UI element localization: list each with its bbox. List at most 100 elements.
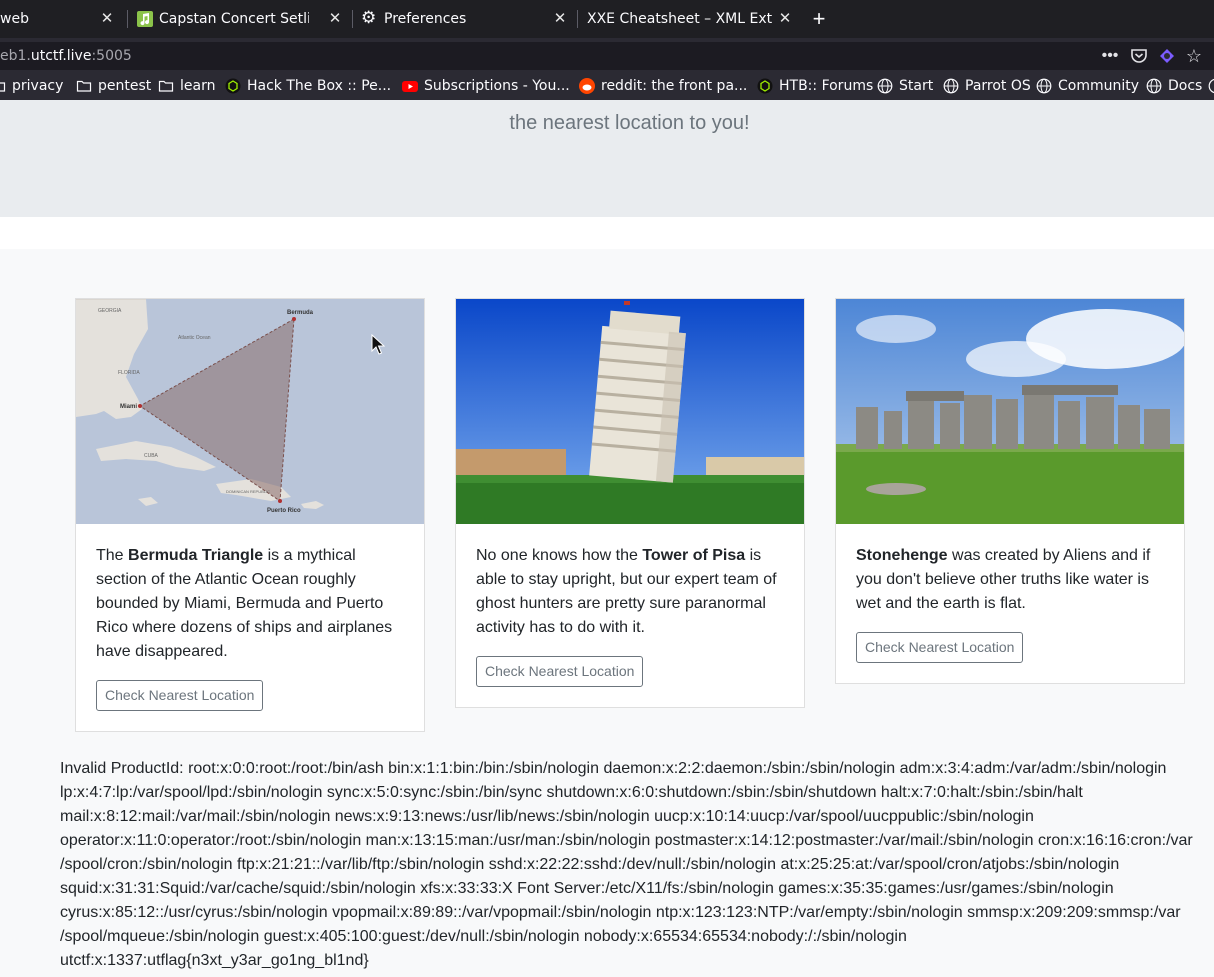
map-label-atlantic-ocean: Atlantic Ocean <box>178 335 211 341</box>
close-tab-icon[interactable]: ✕ <box>778 11 792 26</box>
output-line: cyrus:x:85:12::/usr/cyrus:/sbin/nologin … <box>60 904 1181 921</box>
tab-label: web <box>0 11 29 27</box>
bookmark-reddit[interactable]: reddit: the front pa... <box>579 78 747 94</box>
output-line: utctf:x:1337:utflag{n3xt_y3ar_go1ng_bl1n… <box>60 952 369 969</box>
bookmark-learn[interactable]: learn <box>158 78 215 94</box>
hero-jumbotron: the nearest location to you! <box>0 100 1214 217</box>
tower-of-pisa-image <box>456 299 804 524</box>
bookmark-label: Start <box>899 78 934 94</box>
bookmark-docs[interactable]: Docs <box>1146 78 1202 94</box>
htb-icon <box>757 78 773 94</box>
bookmark-label: Hack The Box :: Pe... <box>247 78 392 94</box>
check-nearest-location-button[interactable]: Check Nearest Location <box>856 632 1024 663</box>
map-label-miami: Miami <box>120 404 137 410</box>
address-bar[interactable]: eb1.utctf.live:5005 <box>0 42 1214 70</box>
card-description: Stonehenge was created by Aliens and if … <box>856 544 1164 616</box>
globe-icon <box>1036 78 1052 94</box>
card-bermuda-triangle: Bermuda Miami Puerto Rico FLORIDA GEORGI… <box>75 298 425 732</box>
bermuda-triangle-map-image: Bermuda Miami Puerto Rico FLORIDA GEORGI… <box>76 299 424 524</box>
tab-strip: web ✕ Capstan Concert Setlist ✕ ⚙ Prefer… <box>0 0 1214 38</box>
output-line: squid:x:31:31:Squid:/var/cache/squid:/sb… <box>60 880 1114 897</box>
bookmark-label: Community <box>1058 78 1140 94</box>
tab-preferences[interactable]: ⚙ Preferences ✕ <box>353 0 577 38</box>
page-actions-icon[interactable]: ••• <box>1100 46 1120 66</box>
card-body: Stonehenge was created by Aliens and if … <box>836 524 1184 683</box>
navigation-toolbar: eb1.utctf.live:5005 ••• ☆ <box>0 38 1214 74</box>
check-nearest-location-button[interactable]: Check Nearest Location <box>96 680 264 711</box>
bookmark-label: Parrot OS <box>965 78 1031 94</box>
close-tab-icon[interactable]: ✕ <box>100 11 114 26</box>
tab-xxe-cheatsheet[interactable]: XXE Cheatsheet – XML Exte ✕ <box>578 0 802 38</box>
card-text-pre: The <box>96 547 129 564</box>
music-note-icon <box>137 11 153 27</box>
server-response-output: Invalid ProductId: root:x:0:0:root:/root… <box>60 757 1200 973</box>
mouse-cursor-icon <box>371 334 385 355</box>
tab-label: Capstan Concert Setlist <box>159 11 309 27</box>
bookmark-label: pentest <box>98 78 152 94</box>
card-description: No one knows how the Tower of Pisa is ab… <box>476 544 784 640</box>
card-body: No one knows how the Tower of Pisa is ab… <box>456 524 804 707</box>
address-url: eb1.utctf.live:5005 <box>0 48 132 64</box>
close-tab-icon[interactable]: ✕ <box>328 11 342 26</box>
tab-label: XXE Cheatsheet – XML Exte <box>587 11 772 27</box>
bookmark-star-icon[interactable]: ☆ <box>1184 46 1204 66</box>
bookmark-overflow[interactable] <box>1208 78 1214 94</box>
folder-icon <box>0 82 6 92</box>
output-line: Invalid ProductId: root:x:0:0:root:/root… <box>60 760 1167 777</box>
bookmark-privacy[interactable]: privacy <box>0 78 63 94</box>
map-label-bermuda: Bermuda <box>287 310 314 316</box>
bookmark-label: privacy <box>12 78 64 94</box>
stonehenge-image <box>836 299 1184 524</box>
htb-icon <box>225 78 241 94</box>
tab-web[interactable]: web ✕ <box>0 0 124 38</box>
bookmark-htb-forums[interactable]: HTB:: Forums <box>757 78 873 94</box>
output-line: operator:x:11:0:operator:/root:/sbin/nol… <box>60 832 1193 849</box>
map-label-cuba: CUBA <box>144 453 159 459</box>
tab-label: Preferences <box>384 11 467 27</box>
output-line: /spool/cron:/sbin/nologin ftp:x:21:21::/… <box>60 856 1120 873</box>
map-label-puerto-rico: Puerto Rico <box>267 508 301 514</box>
hero-lead-text: the nearest location to you! <box>509 112 750 134</box>
bookmark-community[interactable]: Community <box>1036 78 1139 94</box>
bookmark-pentest[interactable]: pentest <box>76 78 151 94</box>
bookmark-label: Subscriptions - You... <box>424 78 570 94</box>
section-divider <box>0 217 1214 249</box>
bookmark-hack-the-box[interactable]: Hack The Box :: Pe... <box>225 78 391 94</box>
bookmark-label: HTB:: Forums <box>779 78 874 94</box>
card-place-name: Stonehenge <box>856 547 948 564</box>
folder-icon <box>158 80 174 92</box>
output-line: lp:x:4:7:lp:/var/spool/lpd:/sbin/nologin… <box>60 784 1083 801</box>
check-nearest-location-button[interactable]: Check Nearest Location <box>476 656 644 687</box>
tab-capstan-concert-setlist[interactable]: Capstan Concert Setlist ✕ <box>128 0 352 38</box>
map-label-florida: FLORIDA <box>118 370 140 376</box>
map-label-dominican-republic: DOMINICAN REPUBLIC <box>226 489 270 494</box>
youtube-icon <box>402 81 418 92</box>
url-prefix: eb1. <box>0 48 31 64</box>
bookmark-start[interactable]: Start <box>877 78 933 94</box>
page-content: the nearest location to you! Bermuda Mia… <box>0 100 1214 977</box>
pocket-icon[interactable] <box>1129 46 1149 66</box>
output-line: /spool/mqueue:/sbin/nologin guest:x:405:… <box>60 928 907 945</box>
url-domain: utctf.live <box>30 48 92 64</box>
bookmark-label: learn <box>180 78 216 94</box>
bookmark-label: reddit: the front pa... <box>601 78 748 94</box>
new-tab-plus-icon[interactable]: + <box>808 6 830 32</box>
card-place-name: Bermuda Triangle <box>128 547 264 564</box>
reddit-icon <box>579 78 595 94</box>
close-tab-icon[interactable]: ✕ <box>553 11 567 26</box>
extension-icon[interactable] <box>1157 46 1177 66</box>
output-line: mail:x:8:12:mail:/var/mail:/sbin/nologin… <box>60 808 1034 825</box>
card-tower-of-pisa: No one knows how the Tower of Pisa is ab… <box>455 298 805 708</box>
map-label-georgia: GEORGIA <box>98 308 122 314</box>
globe-icon <box>1146 78 1162 94</box>
bookmark-parrot-os[interactable]: Parrot OS <box>943 78 1031 94</box>
globe-icon <box>877 78 893 94</box>
card-body: The Bermuda Triangle is a mythical secti… <box>76 524 424 731</box>
card-place-name: Tower of Pisa <box>642 547 746 564</box>
bookmark-youtube-subscriptions[interactable]: Subscriptions - You... <box>402 78 570 94</box>
globe-icon <box>1208 78 1214 94</box>
gear-icon: ⚙ <box>361 8 377 28</box>
folder-icon <box>76 80 92 92</box>
bookmark-label: Docs <box>1168 78 1203 94</box>
bookmarks-toolbar: privacy pentest learn Hack The Box :: Pe… <box>0 74 1214 100</box>
